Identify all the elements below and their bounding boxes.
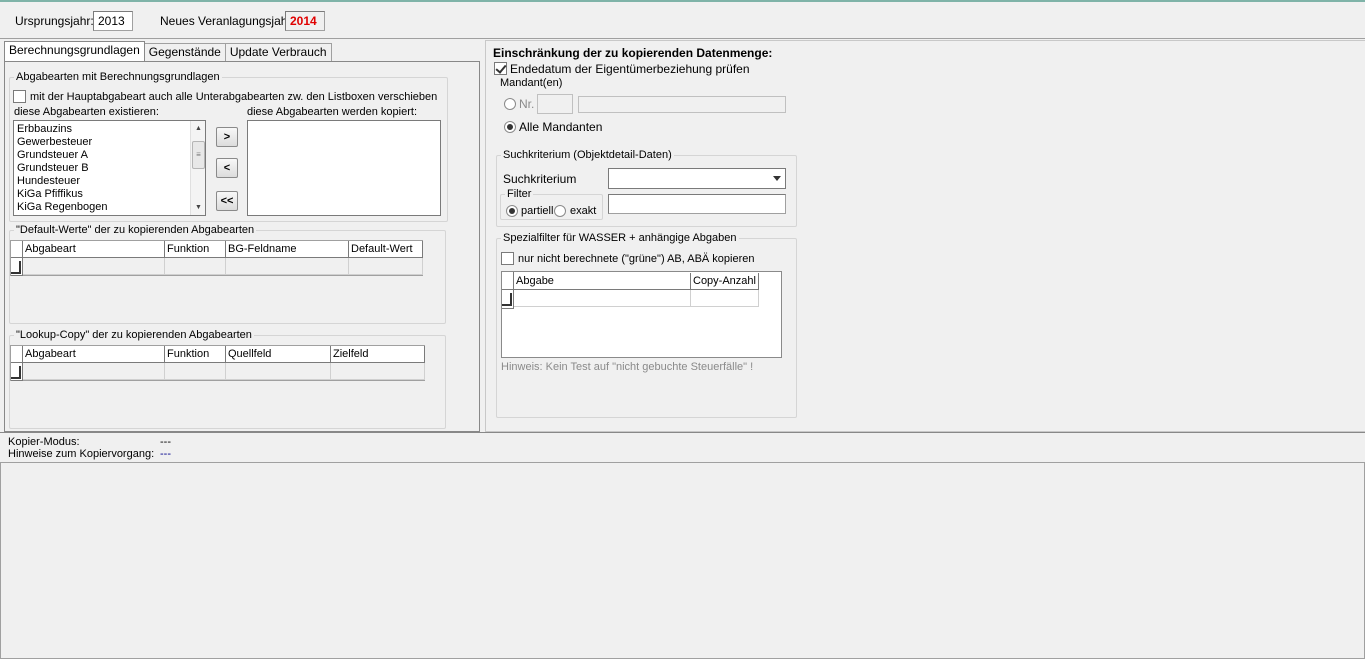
existing-list-label: diese Abgabearten existieren:	[14, 106, 159, 118]
list-item[interactable]: Erbbauzins	[14, 123, 205, 136]
mandant-name-field	[578, 96, 786, 113]
table-cell[interactable]	[23, 258, 165, 275]
search-criterion-select[interactable]	[608, 168, 786, 189]
copied-listbox[interactable]	[247, 120, 441, 216]
tab-update-verbrauch[interactable]: Update Verbrauch	[224, 43, 332, 61]
lookup-copy-grid[interactable]: Abgabeart Funktion Quellfeld Zielfeld	[10, 345, 425, 381]
special-filter-grid[interactable]: Abgabe Copy-Anzahl	[501, 271, 782, 358]
column-header[interactable]: Abgabeart	[23, 346, 165, 363]
scroll-up-icon[interactable]: ▲	[191, 121, 205, 136]
nr-radio-label: Nr.	[519, 97, 535, 111]
not-calculated-checkbox-label: nur nicht berechnete ("grüne") AB, ABÄ k…	[518, 253, 755, 265]
copy-hints-value: ---	[160, 448, 171, 460]
table-cell[interactable]	[514, 290, 691, 307]
mandant-group-title: Mandant(en)	[500, 77, 563, 89]
exact-radio[interactable]	[554, 205, 566, 217]
tab-bar: Berechnungsgrundlagen Gegenstände Update…	[4, 41, 332, 61]
chevron-down-icon[interactable]	[773, 176, 781, 181]
move-sub-checkbox-label: mit der Hauptabgabeart auch alle Unterab…	[30, 91, 438, 103]
column-header[interactable]: Abgabeart	[23, 241, 165, 258]
row-indicator-icon	[11, 363, 23, 381]
lookup-copy-group-title: "Lookup-Copy" der zu kopierenden Abgabea…	[14, 329, 254, 341]
column-header[interactable]: Quellfeld	[226, 346, 331, 363]
exact-radio-label: exakt	[570, 205, 597, 217]
list-item[interactable]: Grundsteuer B	[14, 162, 205, 175]
column-header[interactable]: Copy-Anzahl	[691, 273, 759, 290]
copied-list-label: diese Abgabearten werden kopiert:	[247, 106, 418, 118]
column-header[interactable]: Funktion	[165, 346, 226, 363]
search-criterion-label: Suchkriterium	[503, 172, 577, 186]
column-header[interactable]: BG-Feldname	[226, 241, 349, 258]
end-date-checkbox[interactable]	[494, 62, 507, 75]
restriction-title: Einschränkung der zu kopierenden Datenme…	[493, 46, 773, 60]
scroll-thumb[interactable]: ≡	[192, 141, 205, 169]
list-item[interactable]: Hundesteuer	[14, 175, 205, 188]
end-date-checkbox-label: Endedatum der Eigentümerbeziehung prüfen	[510, 62, 750, 76]
move-sub-checkbox[interactable]	[13, 90, 26, 103]
table-cell[interactable]	[331, 363, 425, 380]
filter-input[interactable]	[608, 194, 786, 214]
filter-group-title: Filter	[505, 188, 534, 200]
table-cell[interactable]	[165, 258, 226, 275]
tab-gegenstaende[interactable]: Gegenstände	[143, 43, 226, 61]
origin-year-label: Ursprungsjahr:	[15, 14, 94, 28]
partial-radio-label: partiell	[521, 205, 554, 217]
log-output-area[interactable]	[0, 462, 1365, 659]
list-item[interactable]: Gewerbesteuer	[14, 136, 205, 149]
not-calculated-checkbox[interactable]	[501, 252, 514, 265]
grid-corner	[502, 272, 514, 290]
new-year-value: 2014	[285, 11, 325, 31]
table-cell[interactable]	[691, 290, 759, 307]
table-cell[interactable]	[226, 363, 331, 380]
status-separator	[0, 432, 1365, 433]
nr-input[interactable]	[537, 94, 573, 114]
origin-year-input[interactable]: 2013	[93, 11, 133, 31]
table-cell[interactable]	[226, 258, 349, 275]
default-values-group-title: "Default-Werte" der zu kopierenden Abgab…	[14, 224, 257, 236]
table-cell[interactable]	[23, 363, 165, 380]
search-criterion-group-title: Suchkriterium (Objektdetail-Daten)	[501, 149, 674, 161]
table-cell[interactable]	[165, 363, 226, 380]
remove-button[interactable]: <	[216, 158, 238, 178]
special-filter-group-title: Spezialfilter für WASSER + anhängige Abg…	[501, 232, 739, 244]
row-indicator-icon	[11, 258, 23, 276]
list-item[interactable]: KiGa Pfiffikus	[14, 188, 205, 201]
scroll-down-icon[interactable]: ▼	[191, 200, 205, 215]
list-item[interactable]: Grundsteuer A	[14, 149, 205, 162]
nr-radio[interactable]	[504, 98, 516, 110]
column-header[interactable]: Funktion	[165, 241, 226, 258]
new-year-label: Neues Veranlagungsjahr:	[160, 14, 295, 28]
add-button[interactable]: >	[216, 127, 238, 147]
column-header[interactable]: Abgabe	[514, 273, 691, 290]
column-header[interactable]: Zielfeld	[331, 346, 425, 363]
default-values-grid[interactable]: Abgabeart Funktion BG-Feldname Default-W…	[10, 240, 423, 276]
grid-corner	[11, 346, 23, 363]
remove-all-button[interactable]: <<	[216, 191, 238, 211]
special-filter-hint: Hinweis: Kein Test auf "nicht gebuchte S…	[501, 361, 754, 373]
list-item[interactable]: KiGa Regenbogen	[14, 201, 205, 214]
row-indicator-icon	[502, 290, 514, 309]
all-mandants-label: Alle Mandanten	[519, 120, 603, 134]
table-cell[interactable]	[349, 258, 423, 275]
copy-hints-label: Hinweise zum Kopiervorgang:	[8, 448, 155, 460]
all-mandants-radio[interactable]	[504, 121, 516, 133]
header-separator	[0, 38, 1365, 39]
grid-corner	[11, 241, 23, 258]
existing-list-scrollbar[interactable]: ▲ ≡ ▼	[190, 121, 205, 215]
window-top-border	[0, 0, 1365, 2]
existing-listbox[interactable]: Erbbauzins Gewerbesteuer Grundsteuer A G…	[13, 120, 206, 216]
abgabearten-group-title: Abgabearten mit Berechnungsgrundlagen	[14, 71, 222, 83]
partial-radio[interactable]	[506, 205, 518, 217]
tab-berechnungsgrundlagen[interactable]: Berechnungsgrundlagen	[4, 41, 145, 61]
column-header[interactable]: Default-Wert	[349, 241, 423, 258]
